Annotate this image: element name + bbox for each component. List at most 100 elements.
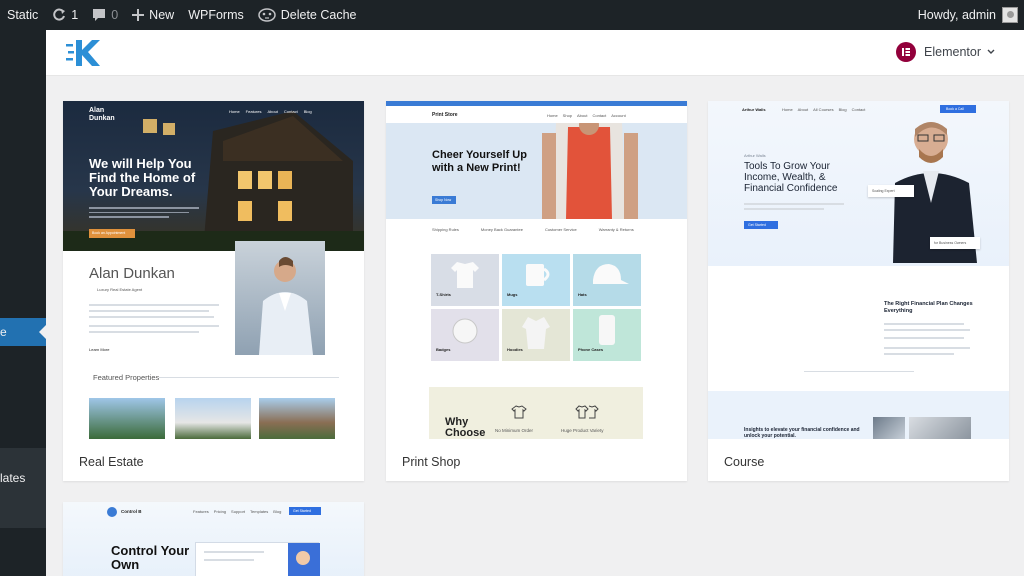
nav-menu: Home Features About Contact Blog bbox=[229, 109, 312, 114]
shirts-icon bbox=[575, 405, 599, 419]
updates-link[interactable]: 1 bbox=[45, 0, 85, 30]
featured-heading: Featured Properties bbox=[93, 373, 160, 382]
brand-name: Alan Dunkan bbox=[89, 107, 115, 122]
agent-role: Luxury Real Estate Agent bbox=[97, 287, 143, 292]
insight-photo bbox=[909, 417, 971, 439]
nav-cta-button: Book a Call bbox=[940, 105, 976, 113]
cache-cheetah-icon bbox=[258, 8, 276, 22]
feature-item: Customer Service bbox=[544, 227, 577, 232]
category-label: Badges bbox=[436, 347, 451, 352]
template-card-print-shop[interactable]: Print Store Home Shop About Contact Acco… bbox=[386, 101, 687, 481]
nav-menu: Features Pricing Support Templates Blog bbox=[193, 509, 281, 514]
sidebar-submenu bbox=[0, 448, 46, 528]
sidebar-item-templates-label: lates bbox=[0, 471, 26, 485]
template-thumbnail-course: Arthur Walls Home About All Courses Blog… bbox=[708, 101, 1009, 439]
template-title: Course bbox=[724, 455, 765, 469]
hero-cta-label: Get Started bbox=[748, 223, 766, 227]
category-tile: Badges bbox=[431, 309, 499, 361]
nav-cta-button: Get Started bbox=[289, 507, 321, 515]
category-tile: Phone Cases bbox=[573, 309, 641, 361]
nav-item: Home bbox=[782, 107, 793, 112]
shop-now-button: Shop Now bbox=[432, 196, 456, 204]
why-item: Huge Product Variety bbox=[561, 428, 604, 433]
hero-title: Cheer Yourself Up with a New Print! bbox=[432, 149, 527, 174]
elementor-icon bbox=[896, 42, 917, 62]
floating-badge: Scaling Expert bbox=[868, 185, 914, 197]
feature-strip: Shipping Rules Money Back Guarantee Cust… bbox=[432, 227, 634, 232]
category-tile: Hats bbox=[573, 254, 641, 306]
greeting-text: Howdy, admin bbox=[917, 8, 996, 22]
feature-item: Warranty & Returns bbox=[598, 227, 634, 232]
why-choose-section: Why Choose No Minimum Order Huge Product… bbox=[429, 387, 643, 439]
template-card-course[interactable]: Arthur Walls Home About All Courses Blog… bbox=[708, 101, 1009, 481]
template-thumbnail-control-b: Control B Features Pricing Support Templ… bbox=[63, 502, 364, 576]
nav-item: Contact bbox=[283, 109, 298, 114]
hero-cta-button: Get Started bbox=[744, 221, 778, 229]
category-tile: T-Shirts bbox=[431, 254, 499, 306]
why-item: No Minimum Order bbox=[495, 428, 534, 433]
template-card-control-b[interactable]: Control B Features Pricing Support Templ… bbox=[63, 502, 364, 576]
category-tile: Mugs bbox=[502, 254, 570, 306]
nav-item: Contact bbox=[592, 113, 607, 118]
nav-item: Home bbox=[547, 113, 558, 118]
sidebar-item-active[interactable]: e bbox=[0, 318, 46, 346]
feature-item: Shipping Rules bbox=[432, 227, 459, 232]
insights-section: Insights to elevate your financial confi… bbox=[708, 391, 1009, 439]
agent-name: Alan Dunkan bbox=[89, 265, 175, 282]
template-thumbnail-real-estate: Alan Dunkan Home Features About Contact … bbox=[63, 101, 364, 439]
read-more-link: Learn More bbox=[89, 347, 110, 352]
appointment-button: Book an Appointment bbox=[89, 229, 135, 238]
template-title: Real Estate bbox=[79, 455, 144, 469]
property-photo bbox=[259, 398, 335, 439]
nav-item: Blog bbox=[273, 509, 282, 514]
new-content-link[interactable]: New bbox=[125, 0, 181, 30]
site-name-link[interactable]: Static bbox=[0, 0, 45, 30]
agent-photo bbox=[235, 241, 325, 355]
hero-title: We will Help You Find the Home of Your D… bbox=[89, 156, 196, 199]
sidebar-item-active-label: e bbox=[0, 325, 7, 339]
category-label: Hoodies bbox=[507, 347, 523, 352]
nav-item: About bbox=[267, 109, 278, 114]
template-title: Print Shop bbox=[402, 455, 461, 469]
elementor-menu[interactable]: Elementor bbox=[896, 42, 996, 62]
eyebrow-text: Arthur Walls bbox=[744, 153, 766, 158]
sidebar-item-templates[interactable]: lates bbox=[0, 468, 46, 488]
nav-item: About bbox=[577, 113, 588, 118]
nav-menu: Home Shop About Contact Account bbox=[547, 113, 626, 118]
property-photo bbox=[89, 398, 165, 439]
dashboard-preview bbox=[195, 542, 320, 576]
my-account-link[interactable]: Howdy, admin bbox=[918, 7, 1024, 23]
template-card-real-estate[interactable]: Alan Dunkan Home Features About Contact … bbox=[63, 101, 364, 481]
floating-badge-label: for Business Owners bbox=[934, 241, 967, 245]
brand-name: Arthur Walls bbox=[742, 107, 766, 112]
property-photo bbox=[175, 398, 251, 439]
admin-bar: Static 1 0 New WPForms Delete Cache Howd… bbox=[0, 0, 1024, 30]
insights-text: Insights to elevate your financial confi… bbox=[744, 427, 860, 439]
category-label: Hats bbox=[578, 292, 587, 297]
avatar bbox=[1002, 7, 1018, 23]
nav-item: Features bbox=[245, 109, 262, 114]
category-tile: Hoodies bbox=[502, 309, 570, 361]
template-library: Elementor Alan Dunkan Home Features Abou… bbox=[46, 30, 1024, 576]
nav-item: Pricing bbox=[213, 509, 227, 514]
feature-item: Money Back Guarantee bbox=[480, 227, 523, 232]
hero-title: Control Your Own bbox=[111, 543, 190, 572]
hero-text bbox=[89, 207, 199, 218]
library-header: Elementor bbox=[46, 30, 1024, 76]
shop-now-label: Shop Now bbox=[435, 198, 452, 202]
delete-cache-link[interactable]: Delete Cache bbox=[251, 0, 364, 30]
comments-link[interactable]: 0 bbox=[85, 0, 125, 30]
brand-name: Control B bbox=[121, 509, 142, 514]
floating-badge: for Business Owners bbox=[930, 237, 980, 249]
delete-cache-label: Delete Cache bbox=[280, 8, 357, 22]
elementor-label: Elementor bbox=[924, 45, 981, 59]
kit-logo-icon[interactable] bbox=[66, 38, 102, 73]
wpforms-label: WPForms bbox=[188, 8, 244, 22]
nav-menu: Home About All Courses Blog Contact bbox=[782, 107, 865, 112]
appointment-button-label: Book an Appointment bbox=[92, 231, 126, 235]
nav-item: All Courses bbox=[813, 107, 834, 112]
wpforms-link[interactable]: WPForms bbox=[181, 0, 251, 30]
chevron-down-icon bbox=[987, 49, 995, 54]
admin-sidebar: e lates bbox=[0, 30, 46, 576]
why-choose-heading: Why Choose bbox=[445, 416, 486, 439]
